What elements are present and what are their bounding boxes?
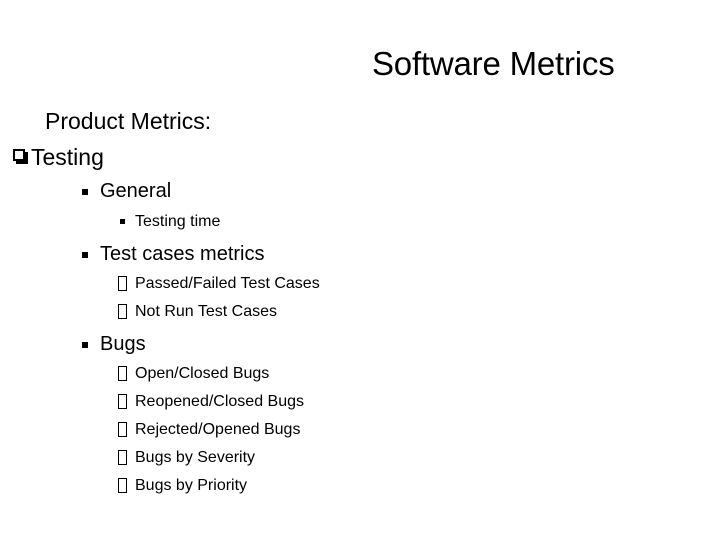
slide-body: Product Metrics: Testing General Testing… [0,104,720,500]
outline-item-label: Bugs [100,333,146,355]
outline-item-label: General [100,180,172,202]
outline-item-label: Bugs by Severity [135,449,256,466]
outline-item-test-cases-metrics: Test cases metrics [0,239,720,270]
outline-item-label: Passed/Failed Test Cases [135,275,320,292]
outline-item-label: Testing time [135,213,221,230]
hollow-box-bullet-icon [118,394,127,409]
hollow-box-bullet-icon [118,450,127,465]
outline-item-not-run-test-cases: Not Run Test Cases [0,298,720,326]
outline-item-open-closed-bugs: Open/Closed Bugs [0,360,720,388]
outline-item-passed-failed-test-cases: Passed/Failed Test Cases [0,270,720,298]
outline-item-rejected-opened-bugs: Rejected/Opened Bugs [0,416,720,444]
outline-item-label: Testing [31,144,104,170]
hollow-box-bullet-icon [118,276,127,291]
filled-square-bullet-icon [82,342,88,348]
outline-item-bugs-by-severity: Bugs by Severity [0,444,720,472]
outline-item-label: Test cases metrics [100,243,265,265]
hollow-box-bullet-icon [118,366,127,381]
outline-item-label: Reopened/Closed Bugs [135,393,305,410]
hollow-box-bullet-icon [118,422,127,437]
hollow-shadow-square-bullet-icon [13,149,25,161]
body-heading: Product Metrics: [0,104,720,138]
body-heading-label: Product Metrics: [45,108,212,134]
outline-item-general: General [0,176,720,207]
outline-item-testing-time: Testing time [0,207,720,236]
outline-item-label: Not Run Test Cases [135,303,277,320]
presentation-slide: Software Metrics Product Metrics: Testin… [0,0,720,540]
filled-square-bullet-icon [82,252,88,258]
outline-item-bugs-by-priority: Bugs by Priority [0,472,720,500]
outline-item-label: Open/Closed Bugs [135,365,270,382]
outline-item-label: Bugs by Priority [135,477,248,494]
page-title: Software Metrics [372,45,615,82]
hollow-box-bullet-icon [118,304,127,319]
filled-square-bullet-icon [82,189,88,195]
hollow-box-bullet-icon [118,478,127,493]
outline-item-label: Rejected/Opened Bugs [135,421,301,438]
outline-item-reopened-closed-bugs: Reopened/Closed Bugs [0,388,720,416]
outline-item-bugs: Bugs [0,329,720,360]
outline-item-testing: Testing [0,138,720,176]
small-filled-square-bullet-icon [120,219,125,224]
